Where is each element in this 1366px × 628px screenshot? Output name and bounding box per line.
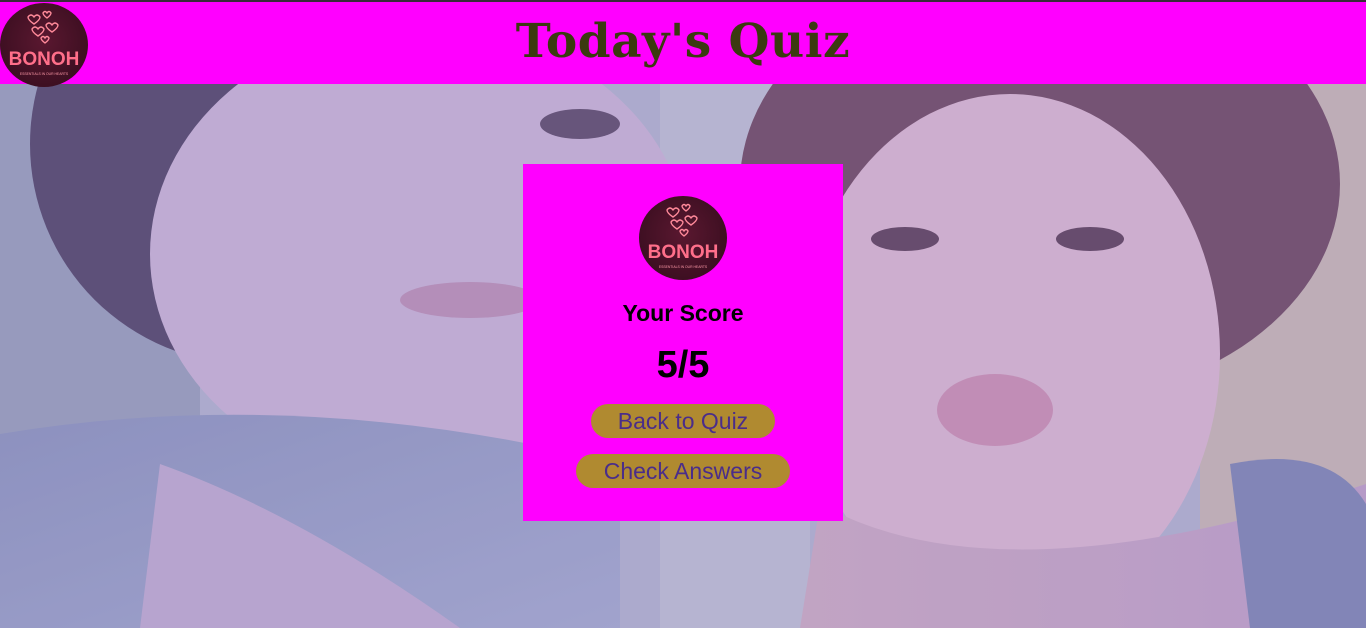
- page-title: Today's Quiz: [515, 14, 851, 69]
- svg-text:BONOH: BONOH: [648, 242, 719, 263]
- score-label: Your Score: [622, 300, 744, 326]
- score-card: BONOH ESSENTIALS IN OUR HEARTS Your Scor…: [523, 164, 843, 521]
- score-value: 5/5: [656, 344, 710, 386]
- check-answers-button[interactable]: Check Answers: [576, 454, 790, 488]
- bonoh-logo-icon: BONOH ESSENTIALS IN OUR HEARTS: [639, 196, 727, 280]
- svg-text:ESSENTIALS IN OUR HEARTS: ESSENTIALS IN OUR HEARTS: [659, 265, 708, 269]
- back-to-quiz-button[interactable]: Back to Quiz: [591, 404, 775, 438]
- svg-text:ESSENTIALS IN OUR HEARTS: ESSENTIALS IN OUR HEARTS: [20, 72, 69, 76]
- header-bar: BONOH ESSENTIALS IN OUR HEARTS Today's Q…: [0, 0, 1366, 87]
- quiz-result-page: BONOH ESSENTIALS IN OUR HEARTS Today's Q…: [0, 0, 1366, 628]
